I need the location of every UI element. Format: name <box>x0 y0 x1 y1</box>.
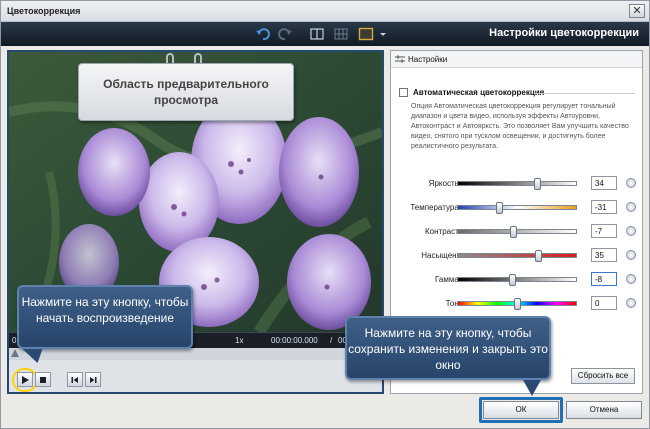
timeline-start-label: 0 <box>12 336 17 345</box>
reset-value-icon[interactable] <box>626 202 636 212</box>
slider-label: Температура: <box>410 203 461 212</box>
slider-value-field[interactable]: -31 <box>591 200 617 214</box>
slider-track[interactable] <box>457 226 577 238</box>
slider-thumb[interactable] <box>496 202 504 214</box>
slider-thumb[interactable] <box>535 250 543 262</box>
undo-icon[interactable] <box>255 26 271 42</box>
slider-thumb[interactable] <box>509 274 517 286</box>
settings-heading: Настройки цветокоррекции <box>489 27 639 39</box>
redo-icon[interactable] <box>277 26 293 42</box>
slider-value-field[interactable]: -7 <box>591 224 617 238</box>
slider-track[interactable] <box>457 202 577 214</box>
slider-thumb[interactable] <box>510 226 518 238</box>
dropdown-arrow-icon[interactable] <box>375 26 391 42</box>
slider-thumb[interactable] <box>514 298 521 310</box>
scrub-track[interactable] <box>9 348 382 360</box>
slider-value-field[interactable]: -8 <box>591 272 617 286</box>
ok-hint-text: Нажмите на эту кнопку, чтобы сохранить и… <box>348 326 548 372</box>
previous-frame-button[interactable] <box>67 372 83 387</box>
auto-correction-description: Опция Автоматическая цветокоррекция регу… <box>411 103 629 150</box>
play-icon <box>22 375 29 384</box>
color-correction-window: Цветокоррекция ✕ Настройки цветокоррекци… <box>0 0 650 429</box>
slider-row: Тон: 0 <box>391 296 642 312</box>
slider-value-field[interactable]: 0 <box>591 296 617 310</box>
preview-mode-icon[interactable] <box>358 26 374 42</box>
settings-panel-title: Настройки <box>408 55 448 64</box>
stop-button[interactable] <box>35 372 51 387</box>
ok-hint-callout: Нажмите на эту кнопку, чтобы сохранить и… <box>345 316 551 396</box>
reset-value-icon[interactable] <box>626 274 636 284</box>
slider-value-field[interactable]: 35 <box>591 248 617 262</box>
toolbar: Настройки цветокоррекции <box>1 22 649 46</box>
slider-label: Контраст: <box>425 227 461 236</box>
ok-button[interactable]: ОК <box>483 401 559 419</box>
slider-row: Контраст: -7 <box>391 224 642 240</box>
settings-sliders-icon <box>395 55 405 63</box>
time-separator: / <box>330 336 333 345</box>
slider-track[interactable] <box>457 298 577 310</box>
play-hint-text: Нажмите на эту кнопку, чтобы начать восп… <box>21 295 189 325</box>
slider-row: Температура: -31 <box>391 200 642 216</box>
settings-panel-header: Настройки <box>391 51 642 68</box>
grid-view-icon[interactable] <box>333 26 349 42</box>
preview-area-label: Область предварительного просмотра <box>78 63 294 121</box>
play-button[interactable] <box>17 372 33 387</box>
cancel-button[interactable]: Отмена <box>566 401 642 419</box>
slider-label: Насыщен.: <box>421 251 461 260</box>
slider-track[interactable] <box>457 250 577 262</box>
reset-value-icon[interactable] <box>626 250 636 260</box>
reset-value-icon[interactable] <box>626 178 636 188</box>
slider-thumb[interactable] <box>534 178 542 190</box>
reset-value-icon[interactable] <box>626 226 636 236</box>
playback-controls <box>9 360 382 392</box>
close-button[interactable]: ✕ <box>629 4 645 18</box>
previous-icon <box>71 376 78 383</box>
auto-correction-label[interactable]: Автоматическая цветокоррекция <box>413 88 544 97</box>
window-title: Цветокоррекция <box>7 6 81 16</box>
split-view-icon[interactable] <box>309 26 325 42</box>
reset-all-button[interactable]: Сбросить все <box>571 368 635 384</box>
current-time: 00:00:00.000 <box>271 336 318 345</box>
play-hint-callout: Нажмите на эту кнопку, чтобы начать восп… <box>17 285 193 349</box>
playback-speed: 1x <box>235 336 244 345</box>
slider-track[interactable] <box>457 274 577 286</box>
scrub-handle[interactable] <box>11 349 19 357</box>
slider-track[interactable] <box>457 178 577 190</box>
stop-icon <box>40 376 46 383</box>
section-divider <box>535 93 635 94</box>
auto-correction-checkbox[interactable] <box>399 88 408 97</box>
slider-value-field[interactable]: 34 <box>591 176 617 190</box>
reset-value-icon[interactable] <box>626 298 636 308</box>
slider-row: Гамма: -8 <box>391 272 642 288</box>
title-bar: Цветокоррекция ✕ <box>1 1 649 22</box>
slider-row: Яркость: 34 <box>391 176 642 192</box>
next-icon <box>90 376 97 383</box>
slider-row: Насыщен.: 35 <box>391 248 642 264</box>
next-frame-button[interactable] <box>85 372 101 387</box>
